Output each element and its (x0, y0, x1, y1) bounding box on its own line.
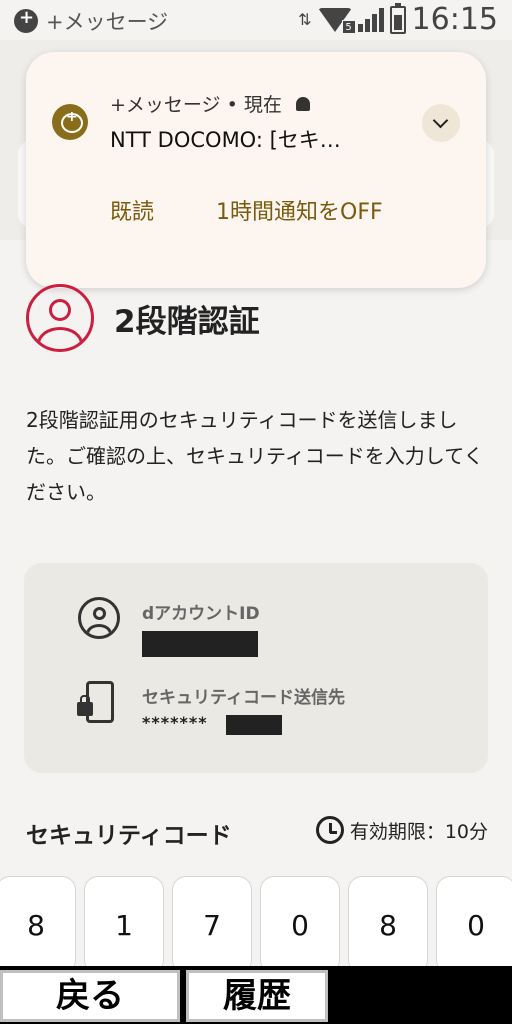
code-digit-input[interactable]: 7 (172, 876, 252, 974)
notification-card[interactable]: +メッセージ • 現在 NTT DOCOMO: [セキ… 既読 1時間通知をOF… (26, 52, 486, 288)
alarm-clock-icon (315, 816, 344, 844)
account-info-card: dアカウントID セキュリティコード送信先 ******* (24, 563, 488, 773)
message-app-icon (52, 104, 88, 140)
softkey-bar: 戻る 履歴 (0, 966, 512, 1024)
code-digits: 8 1 7 0 8 0 (0, 876, 512, 974)
notification-header: +メッセージ • 現在 (110, 90, 310, 117)
message-app-icon (14, 7, 38, 33)
description-text: 2段階認証用のセキュリティコードを送信しました。ご確認の上、セキュリティコードを… (26, 408, 484, 504)
code-digit-input[interactable]: 8 (0, 876, 76, 974)
expiry-text: 有効期限：10分 (349, 820, 488, 843)
status-right: ⇅ 5 16:15 (298, 2, 498, 37)
wifi-icon: 5 (317, 7, 356, 34)
code-digit-input[interactable]: 0 (436, 876, 512, 974)
back-button[interactable]: 戻る (0, 970, 180, 1022)
code-digit-input[interactable]: 8 (348, 876, 428, 974)
redacted-destination (226, 715, 282, 735)
notification-app-time: +メッセージ • 現在 (110, 94, 282, 116)
account-id-label: dアカウントID (142, 604, 260, 624)
person-icon (78, 597, 120, 639)
expiry-info: 有効期限：10分 (315, 816, 488, 844)
status-app-label: +メッセージ (46, 10, 169, 34)
status-time: 16:15 (411, 2, 498, 37)
code-digit-input[interactable]: 1 (84, 876, 164, 974)
expand-chevron-down-icon[interactable] (422, 104, 460, 142)
destination-label: セキュリティコード送信先 (142, 688, 345, 708)
notification-title: NTT DOCOMO: [セキ… (110, 128, 341, 152)
history-button[interactable]: 履歴 (186, 970, 328, 1022)
battery-icon (389, 2, 406, 34)
status-left: +メッセージ (14, 6, 168, 36)
code-digit-input[interactable]: 0 (260, 876, 340, 974)
mute-1hour-button[interactable]: 1時間通知をOFF (216, 194, 383, 226)
signal-icon (357, 7, 384, 32)
phone-lock-icon (77, 681, 114, 723)
bell-icon (295, 96, 310, 111)
redacted-account-id (142, 631, 258, 657)
user-circle-icon (26, 284, 94, 352)
mark-read-button[interactable]: 既読 (110, 194, 154, 226)
page-heading: 2段階認証 (26, 284, 260, 352)
data-transfer-icon: ⇅ (298, 10, 312, 29)
security-code-label: セキュリティコード (26, 823, 232, 849)
page-title: 2段階認証 (114, 303, 260, 340)
status-bar: +メッセージ ⇅ 5 16:15 (0, 0, 512, 40)
destination-masked: ******* (142, 713, 208, 732)
network-badge: 5 (341, 19, 356, 34)
